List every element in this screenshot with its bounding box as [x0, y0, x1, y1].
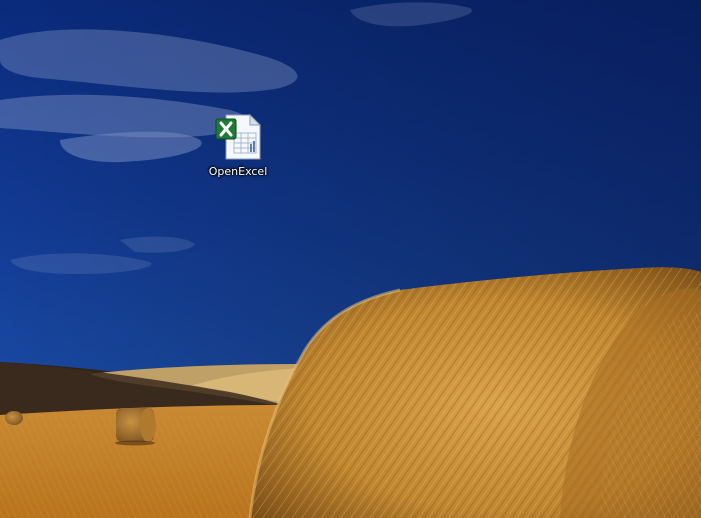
- small-hay-bale-center: [115, 408, 156, 446]
- desktop-icon-label: OpenExcel: [208, 165, 268, 178]
- excel-file-icon: [215, 113, 262, 160]
- desktop-icon-openexcel[interactable]: OpenExcel: [200, 110, 276, 182]
- desktop[interactable]: OpenExcel: [0, 0, 701, 518]
- wallpaper-image: [0, 0, 701, 518]
- small-hay-bale-left: [5, 411, 23, 425]
